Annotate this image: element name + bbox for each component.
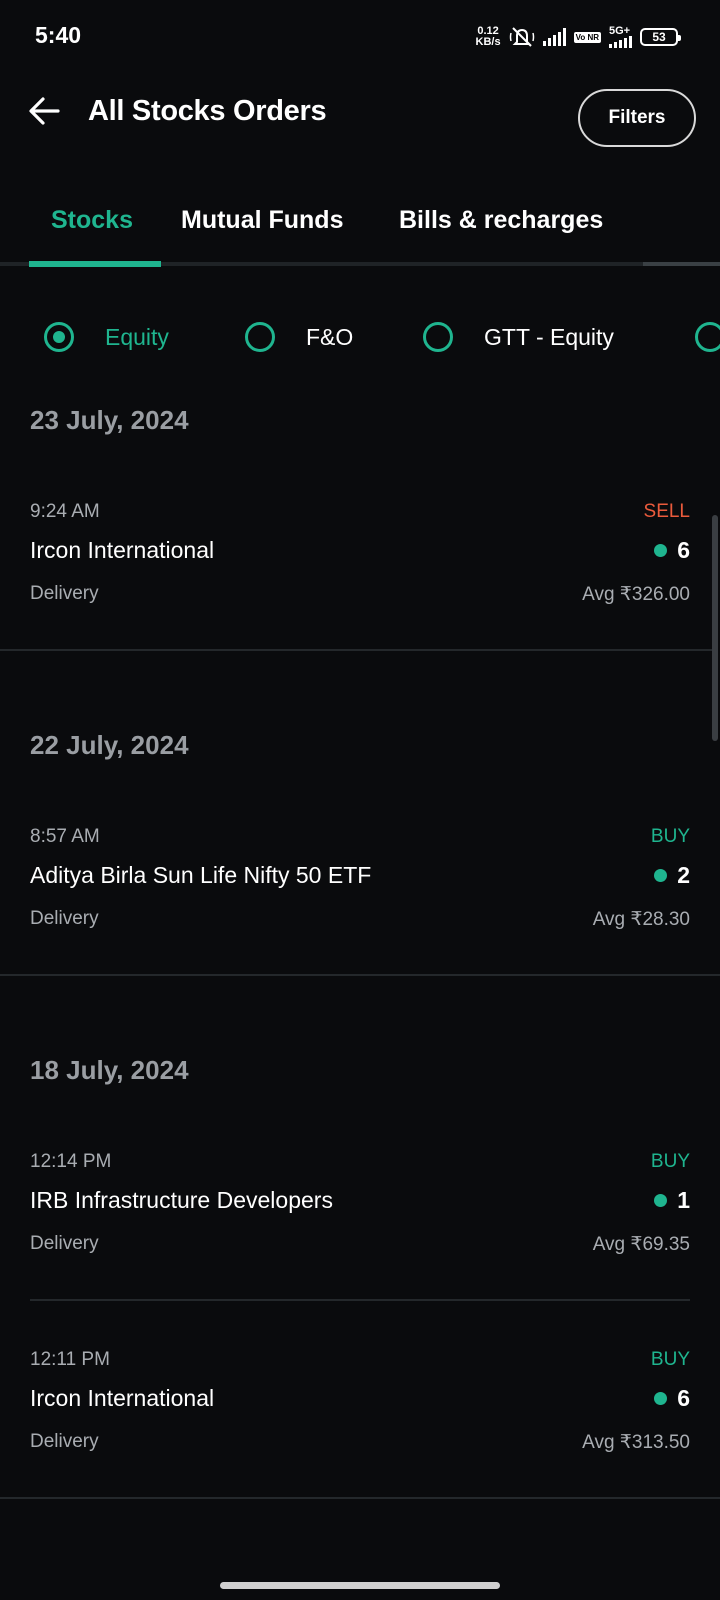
radio-selected-icon [44, 322, 74, 352]
order-time: 9:24 AM [30, 501, 100, 522]
date-header: 22 July, 2024 [30, 730, 189, 760]
order-quantity: 6 [654, 1385, 690, 1412]
order-avg-price: Avg ₹313.50 [582, 1432, 690, 1453]
order-avg-price: Avg ₹28.30 [592, 909, 690, 930]
status-bar: 5:40 0.12 KB/s Vo NR 5G+ 53 [0, 0, 720, 70]
section-divider [0, 649, 712, 651]
order-avg-price: Avg ₹69.35 [592, 1234, 690, 1255]
order-stock-name: IRB Infrastructure Developers [30, 1187, 333, 1213]
order-time: 8:57 AM [30, 826, 100, 847]
battery-level: 53 [652, 30, 666, 44]
order-product: Delivery [30, 583, 99, 604]
tab-scroll-hint [643, 262, 720, 266]
order-side: BUY [650, 826, 690, 847]
date-header: 23 July, 2024 [30, 405, 189, 435]
order-stock-name: Aditya Birla Sun Life Nifty 50 ETF [30, 862, 372, 888]
tab-stocks[interactable]: Stocks [51, 206, 133, 235]
radio-unselected-icon [245, 322, 275, 352]
status-time: 5:40 [35, 22, 82, 48]
date-header: 18 July, 2024 [30, 1055, 189, 1085]
tab-bills-recharges[interactable]: Bills & recharges [399, 206, 603, 235]
filters-button[interactable]: Filters [578, 89, 696, 147]
order-stock-name: Ircon International [30, 1385, 215, 1411]
order-product: Delivery [30, 1233, 99, 1254]
order-avg-price: Avg ₹326.00 [582, 584, 690, 605]
segment-gtt-label: GTT - Equity [484, 323, 614, 350]
signal-strength-2-icon [609, 36, 632, 48]
order-quantity: 6 [654, 537, 690, 564]
order-side: BUY [650, 1349, 690, 1370]
order-product: Delivery [30, 1431, 99, 1452]
order-stock-name: Ircon International [30, 537, 215, 563]
order-side: BUY [650, 1151, 690, 1172]
row-divider [30, 1299, 690, 1301]
order-time: 12:11 PM [30, 1349, 110, 1370]
order-quantity: 2 [654, 862, 690, 889]
segment-equity[interactable]: Equity [44, 322, 169, 352]
radio-unselected-icon [423, 322, 453, 352]
segment-fo-label: F&O [306, 323, 354, 350]
order-side: SELL [643, 501, 690, 522]
order-quantity-value: 1 [677, 1187, 690, 1213]
section-divider [0, 1497, 720, 1499]
network-type-label: 5G+ [609, 25, 631, 37]
radio-unselected-icon [695, 322, 720, 352]
order-product: Delivery [30, 908, 99, 929]
scrollbar[interactable] [712, 515, 718, 741]
status-dot-icon [654, 869, 668, 882]
network-speed-unit: KB/s [475, 36, 501, 48]
segment-fo[interactable]: F&O [245, 322, 353, 352]
status-icons: 0.12 KB/s Vo NR 5G+ 53 [476, 22, 681, 52]
segment-more[interactable] [695, 322, 720, 352]
segment-gtt-equity[interactable]: GTT - Equity [423, 322, 614, 352]
back-arrow-icon[interactable] [28, 94, 62, 128]
page-title: All Stocks Orders [88, 95, 327, 127]
tab-mutual-funds[interactable]: Mutual Funds [181, 206, 343, 235]
order-quantity: 1 [654, 1187, 690, 1214]
status-dot-icon [654, 1194, 668, 1207]
battery-icon: 53 [640, 28, 681, 46]
tab-active-indicator [29, 261, 161, 267]
network-type: 5G+ [609, 26, 632, 48]
home-indicator[interactable] [220, 1582, 500, 1589]
order-quantity-value: 6 [677, 1385, 690, 1411]
volte-badge: Vo NR [573, 31, 601, 43]
status-dot-icon [654, 544, 668, 557]
status-dot-icon [654, 1392, 668, 1405]
signal-strength-icon [542, 28, 566, 46]
order-quantity-value: 6 [677, 537, 690, 563]
order-time: 12:14 PM [30, 1151, 112, 1172]
orders-screen: 5:40 0.12 KB/s Vo NR 5G+ 53 All Stocks O… [0, 0, 720, 1600]
muted-bell-icon [509, 27, 534, 47]
order-quantity-value: 2 [677, 862, 690, 888]
tab-bar: Stocks Mutual Funds Bills & recharges [0, 190, 720, 270]
section-divider [0, 974, 720, 976]
network-speed: 0.12 KB/s [476, 26, 501, 48]
segment-equity-label: Equity [105, 323, 169, 350]
